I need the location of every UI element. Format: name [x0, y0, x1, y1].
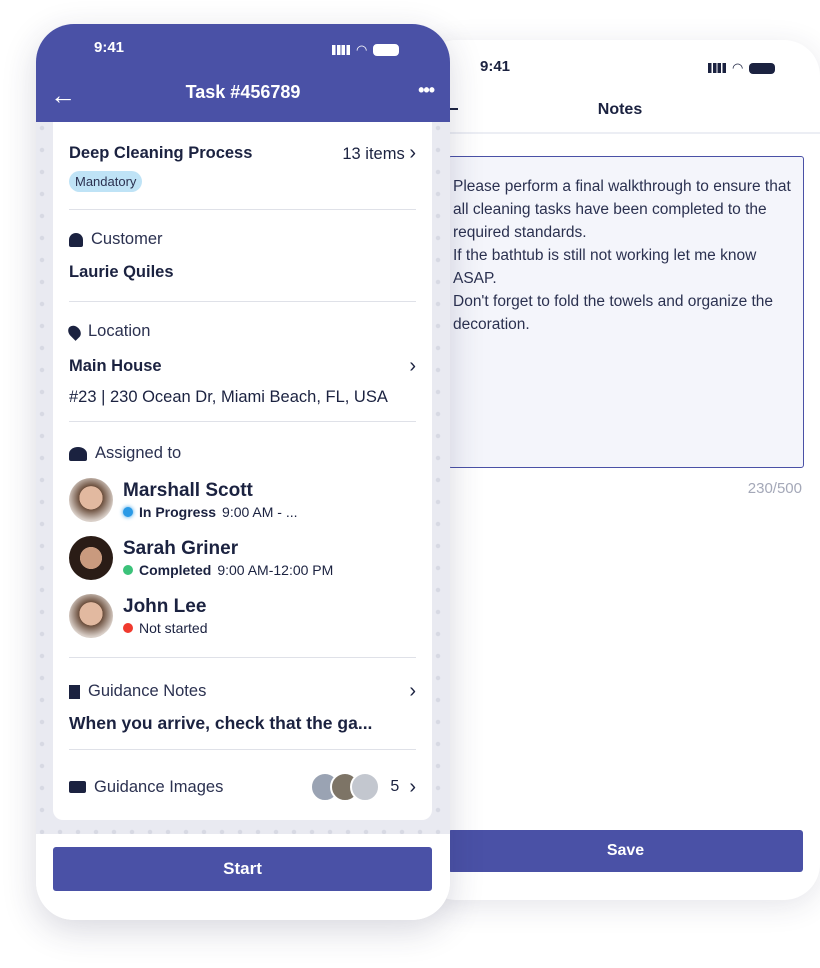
avatar	[69, 536, 113, 580]
customer-label: Customer	[91, 230, 163, 248]
customer-section: Customer Laurie Quiles	[69, 210, 416, 302]
bottom-bar: Start	[36, 834, 450, 920]
chevron-right-icon: ›	[409, 142, 416, 164]
save-button[interactable]: Save	[448, 830, 803, 872]
notes-textarea[interactable]: Please perform a final walkthrough to en…	[448, 156, 804, 468]
guidance-images-section[interactable]: Guidance Images 5 ›	[69, 750, 416, 802]
guidance-images-label: Guidance Images	[94, 777, 224, 796]
avatar	[69, 478, 113, 522]
status-time: 9:41	[94, 39, 125, 56]
guidance-notes-label: Guidance Notes	[88, 682, 207, 700]
image-thumbnails	[310, 772, 381, 802]
images-icon	[69, 781, 86, 793]
location-name: Main House	[69, 357, 162, 375]
document-icon	[69, 684, 80, 699]
char-count: 230/500	[747, 480, 802, 497]
assigned-label: Assigned to	[95, 444, 182, 462]
signal-icon	[332, 45, 350, 55]
assignee-row[interactable]: John Lee Not started	[69, 587, 416, 645]
status-dot	[123, 623, 133, 633]
notes-header: Notes	[420, 92, 820, 134]
chevron-right-icon: ›	[409, 355, 416, 377]
guidance-notes-preview: When you arrive, check that the ga...	[69, 713, 373, 733]
user-check-icon	[69, 446, 87, 461]
notes-title: Notes	[597, 101, 643, 118]
assignee-name: John Lee	[123, 596, 207, 617]
assignee-time: 9:00 AM-12:00 PM	[217, 562, 334, 578]
wifi-icon: ◠	[732, 60, 744, 75]
guidance-notes-section[interactable]: Guidance Notes › When you arrive, check t…	[69, 658, 416, 750]
status-dot	[123, 507, 133, 517]
customer-name: Laurie Quiles	[69, 263, 174, 281]
checklist-count: 13 items	[342, 145, 405, 163]
checklist-section[interactable]: Deep Cleaning Process 13 items › Mandato…	[69, 122, 416, 210]
chevron-right-icon: ›	[409, 775, 416, 798]
location-pin-icon	[65, 322, 84, 341]
assignee-status: Not started	[139, 620, 208, 636]
battery-icon	[749, 62, 776, 74]
mandatory-badge: Mandatory	[69, 171, 143, 192]
assignee-status: In Progress	[139, 504, 217, 520]
location-label: Location	[88, 322, 151, 340]
assignee-row[interactable]: Sarah Griner Completed 9:00 AM-12:00 PM	[69, 529, 416, 587]
wifi-icon: ◠	[356, 42, 368, 57]
notes-screen: 9:41 ◠ Notes Please perform a final walk…	[420, 40, 820, 900]
assignee-time: 9:00 AM - ...	[222, 504, 298, 520]
location-section[interactable]: Location Main House › #23 | 230 Ocean Dr,…	[65, 302, 416, 422]
guidance-images-count: 5	[390, 778, 400, 795]
status-icons: ◠	[332, 42, 400, 58]
avatar	[69, 594, 113, 638]
more-icon[interactable]: •••	[418, 80, 435, 101]
task-header: 9:41 ◠ ← Task #456789 •••	[36, 24, 450, 122]
assigned-section: Assigned to Marshall Scott In Progress 9:…	[69, 422, 416, 658]
assignee-name: Marshall Scott	[123, 480, 253, 501]
assignee-status: Completed	[139, 562, 212, 578]
status-dot	[123, 565, 133, 575]
status-time: 9:41	[480, 58, 511, 75]
start-button[interactable]: Start	[53, 847, 432, 891]
assignee-name: Sarah Griner	[123, 538, 239, 559]
signal-icon	[708, 63, 726, 73]
battery-icon	[373, 44, 400, 56]
chevron-right-icon: ›	[409, 680, 416, 702]
task-details-card: Deep Cleaning Process 13 items › Mandato…	[53, 122, 432, 820]
status-icons: ◠	[708, 60, 776, 76]
task-screen: 9:41 ◠ ← Task #456789 ••• Deep Cleaning …	[36, 24, 450, 920]
assignee-row[interactable]: Marshall Scott In Progress 9:00 AM - ...	[69, 471, 416, 529]
person-icon	[69, 232, 83, 247]
checklist-name: Deep Cleaning Process	[69, 144, 253, 162]
location-address: #23 | 230 Ocean Dr, Miami Beach, FL, USA	[69, 388, 388, 406]
task-title: Task #456789	[185, 82, 301, 102]
